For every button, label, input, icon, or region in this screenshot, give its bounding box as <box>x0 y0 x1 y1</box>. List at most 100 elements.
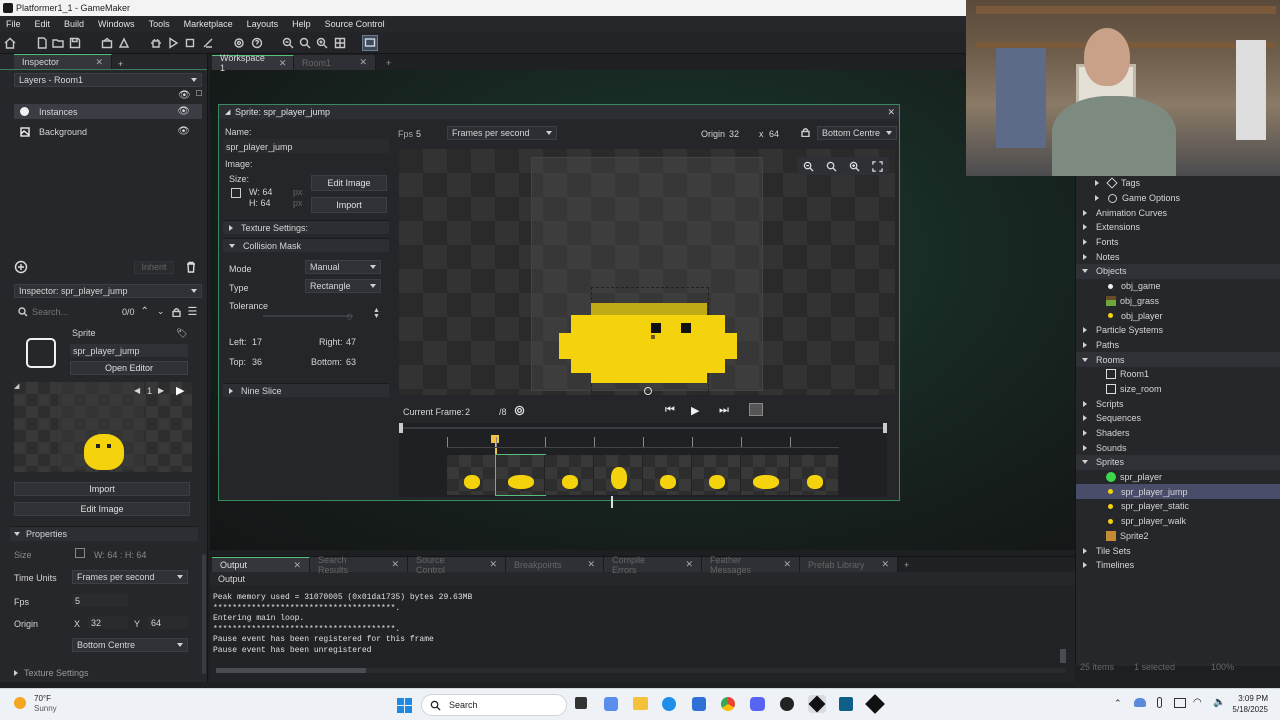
asset-tree-item[interactable]: spr_player_static <box>1076 499 1280 514</box>
asset-tree-item[interactable]: Rooms <box>1076 352 1280 367</box>
timeline-frame[interactable] <box>545 455 594 495</box>
mask-right-value[interactable]: 47 <box>346 337 356 347</box>
microphone-icon[interactable] <box>1157 697 1162 708</box>
eye-icon[interactable]: 👁 <box>177 106 190 117</box>
vertical-scroll-thumb[interactable] <box>1060 649 1066 663</box>
windows-start-icon[interactable] <box>397 698 412 713</box>
clock-date[interactable]: 5/18/2025 <box>1228 705 1268 714</box>
menu-layouts[interactable]: Layouts <box>247 19 279 29</box>
lock-icon[interactable] <box>801 127 810 137</box>
import-button[interactable]: Import <box>311 197 387 213</box>
menu-file[interactable]: File <box>6 19 21 29</box>
timeline-frame[interactable] <box>741 455 790 495</box>
chevron-right-icon[interactable] <box>1080 224 1090 231</box>
wifi-icon[interactable]: ◠ <box>1193 697 1202 708</box>
zoom-out-icon[interactable] <box>282 37 294 49</box>
scrollbar[interactable] <box>202 554 206 674</box>
close-icon[interactable]: ✕ <box>293 560 301 571</box>
mode-dropdown[interactable]: Manual <box>305 260 381 274</box>
asset-tree-item[interactable]: spr_player_walk <box>1076 514 1280 529</box>
prev-frame-icon[interactable]: ◀ <box>134 386 140 395</box>
file-explorer-icon[interactable] <box>633 697 648 710</box>
add-tab-icon[interactable]: + <box>386 58 391 68</box>
open-project-icon[interactable] <box>52 37 64 49</box>
import-button[interactable]: Import <box>14 482 190 496</box>
origin-x-input[interactable]: 32 <box>729 129 739 139</box>
layer-row-instances[interactable]: Instances 👁 <box>14 104 202 119</box>
timeline-frame[interactable] <box>594 455 643 495</box>
close-icon[interactable]: ✕ <box>783 559 791 570</box>
weather-sun-icon[interactable] <box>14 697 26 709</box>
help-icon[interactable] <box>251 37 263 49</box>
store-icon[interactable] <box>692 697 706 711</box>
asset-tree-item[interactable]: size_room <box>1076 382 1280 397</box>
chevron-right-icon[interactable] <box>1080 562 1090 569</box>
last-frame-icon[interactable]: ⏭ <box>719 404 729 417</box>
playhead-handle[interactable] <box>491 435 499 443</box>
menu-source-control[interactable]: Source Control <box>325 19 385 29</box>
asset-tree-item[interactable]: Particle Systems <box>1076 323 1280 338</box>
origin-preset-dropdown[interactable]: Bottom Centre <box>817 126 897 140</box>
gamemaker-taskbar-active[interactable] <box>808 695 826 713</box>
lock-toggle[interactable] <box>196 90 202 96</box>
close-icon[interactable]: ✕ <box>489 559 497 570</box>
tab-workspace-1[interactable]: Workspace 1 ✕ <box>212 53 294 73</box>
menu-marketplace[interactable]: Marketplace <box>184 19 233 29</box>
texture-settings-header[interactable]: Texture Settings: <box>223 220 389 234</box>
chevron-down-icon[interactable] <box>1080 357 1090 362</box>
current-frame-input[interactable]: 2 <box>465 407 470 417</box>
tab-room1[interactable]: Room1 ✕ <box>294 55 376 70</box>
menu-tools[interactable]: Tools <box>149 19 170 29</box>
origin-y-input[interactable]: 64 <box>769 129 779 139</box>
chevron-right-icon[interactable] <box>1080 209 1090 216</box>
lock-icon[interactable] <box>172 307 182 317</box>
mask-left-value[interactable]: 17 <box>252 337 262 347</box>
onion-skin-icon[interactable] <box>514 405 525 416</box>
type-dropdown[interactable]: Rectangle <box>305 279 381 293</box>
origin-preset-dropdown[interactable]: Bottom Centre <box>72 638 188 652</box>
collision-mask-header[interactable]: Collision Mask <box>223 238 389 252</box>
output-tab[interactable]: Search Results ✕ <box>310 555 408 575</box>
chevron-right-icon[interactable] <box>1080 341 1090 348</box>
close-icon[interactable]: ✕ <box>587 559 595 570</box>
edit-image-button[interactable]: Edit Image <box>14 502 190 516</box>
zoom-in-icon[interactable] <box>849 161 860 172</box>
asset-tree-item[interactable]: spr_player <box>1076 470 1280 485</box>
layer-row-background[interactable]: Background 👁 <box>14 124 202 139</box>
package-icon[interactable] <box>101 37 113 49</box>
open-editor-button[interactable]: Open Editor <box>70 361 188 375</box>
collapse-arrow-icon[interactable]: ◢ <box>14 382 19 390</box>
chevron-right-icon[interactable] <box>1080 327 1090 334</box>
settings-gear-icon[interactable] <box>233 37 245 49</box>
asset-tree-item[interactable]: Fonts <box>1076 235 1280 250</box>
asset-tree-item[interactable]: obj_player <box>1076 308 1280 323</box>
menu-icon[interactable]: ☰ <box>187 305 197 318</box>
asset-tree-item[interactable]: Scripts <box>1076 396 1280 411</box>
add-tab-icon[interactable]: + <box>118 59 123 69</box>
resource-name-field[interactable]: spr_player_jump <box>70 344 188 357</box>
tab-inspector[interactable]: Inspector ✕ <box>14 54 112 69</box>
discord-icon[interactable] <box>750 697 765 711</box>
menu-windows[interactable]: Windows <box>98 19 135 29</box>
workspace-toggle-button[interactable] <box>362 35 378 51</box>
chevron-right-icon[interactable] <box>1080 430 1090 437</box>
asset-tree-item[interactable]: Tags <box>1076 176 1280 191</box>
debug-icon[interactable] <box>150 37 162 49</box>
asset-tree-item[interactable]: Timelines <box>1076 558 1280 573</box>
play-icon[interactable]: ▶ <box>176 384 184 397</box>
asset-tree-item[interactable]: Sprites <box>1076 455 1280 470</box>
chevron-up-icon[interactable]: ⌃ <box>1114 698 1122 709</box>
close-icon[interactable]: ✕ <box>95 57 103 68</box>
properties-header[interactable]: Properties <box>10 526 198 541</box>
edit-image-button[interactable]: Edit Image <box>311 175 387 191</box>
time-units-dropdown[interactable]: Frames per second <box>72 570 188 584</box>
onedrive-icon[interactable] <box>1134 698 1146 707</box>
asset-tree-item[interactable]: Shaders <box>1076 426 1280 441</box>
close-icon[interactable]: ✕ <box>887 107 895 118</box>
output-tab[interactable]: Prefab Library ✕ <box>800 557 898 572</box>
play-icon[interactable]: ▶ <box>691 404 699 417</box>
menu-help[interactable]: Help <box>292 19 311 29</box>
mask-bottom-value[interactable]: 63 <box>346 357 356 367</box>
chevron-right-icon[interactable] <box>1092 195 1102 202</box>
timeline-frame[interactable] <box>447 455 496 495</box>
